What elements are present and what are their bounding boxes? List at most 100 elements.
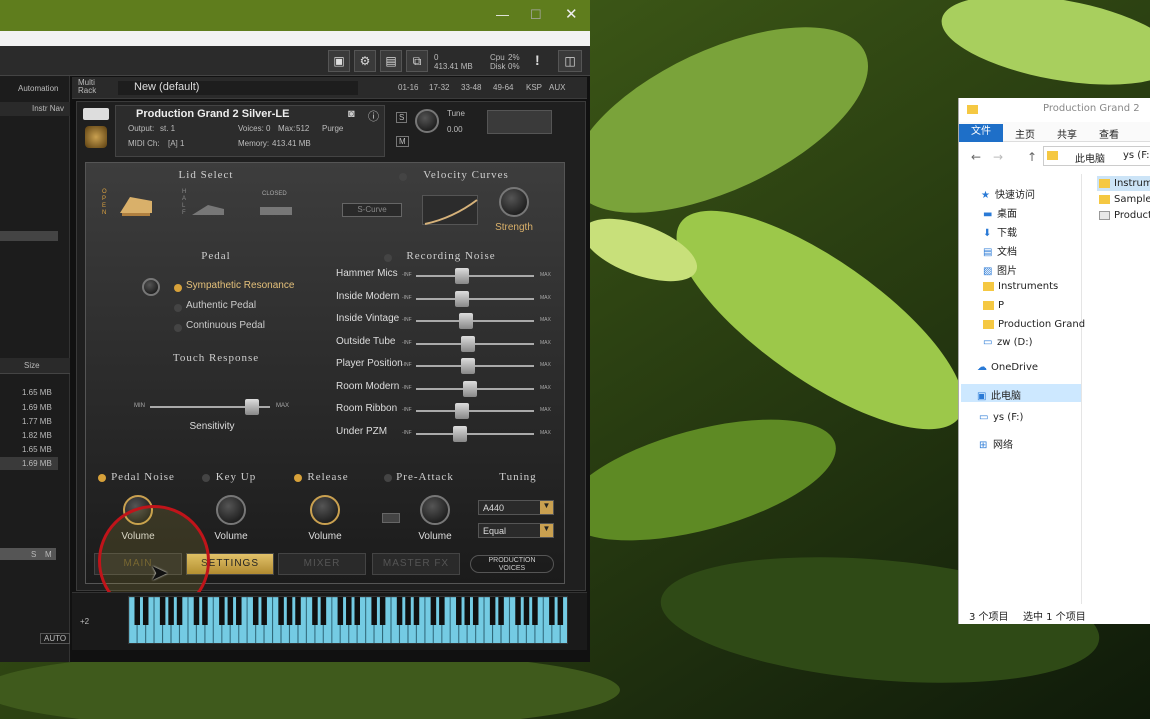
maximize-icon[interactable]: ☐ [530, 7, 542, 23]
automation-tab[interactable]: Automation [18, 84, 58, 93]
midi-value[interactable]: [A] 1 [168, 139, 184, 148]
noise-fader-thumb[interactable] [463, 380, 478, 397]
lid-half-option[interactable] [190, 195, 226, 223]
black-key[interactable] [202, 597, 208, 625]
back-arrow-icon[interactable]: ← [971, 150, 981, 164]
camera-icon[interactable]: ◙ [348, 108, 355, 120]
black-key[interactable] [464, 597, 471, 625]
black-key[interactable] [430, 597, 437, 625]
aux-button[interactable]: AUX [549, 83, 565, 92]
auto-button[interactable]: AUTO [40, 633, 71, 644]
page-range-tab[interactable]: 01-16 [398, 83, 418, 92]
max-value[interactable]: 512 [296, 124, 309, 133]
temperament-dropdown[interactable]: Equal ▼ [478, 523, 554, 538]
black-key[interactable] [413, 597, 420, 625]
file-size-selected[interactable]: 1.69 MB [22, 459, 52, 468]
black-key[interactable] [227, 597, 234, 625]
page-range-tab[interactable]: 49-64 [493, 83, 513, 92]
mute-button[interactable]: M [45, 550, 52, 559]
noise-fader-thumb[interactable] [460, 335, 475, 352]
window-icon[interactable]: ⧉ [406, 50, 428, 72]
black-key[interactable] [379, 597, 386, 625]
black-key[interactable] [346, 597, 352, 625]
nav-item[interactable]: ★ 快速访问 [981, 186, 1035, 201]
authentic-led[interactable] [174, 304, 182, 312]
mute-button[interactable]: M [396, 136, 409, 147]
black-key[interactable] [532, 597, 538, 625]
piano-keyboard[interactable] [128, 596, 568, 644]
nav-item[interactable]: Production Grand [983, 319, 1085, 330]
black-key[interactable] [489, 597, 496, 625]
black-key[interactable] [252, 597, 259, 625]
nav-item[interactable]: ▬ 桌面 [983, 205, 1017, 220]
ksp-button[interactable]: KSP [526, 83, 542, 92]
lid-open-option[interactable] [116, 189, 156, 223]
black-key[interactable] [523, 597, 530, 625]
noise-fader-thumb[interactable] [458, 313, 473, 329]
noise-fader-thumb[interactable] [452, 425, 467, 442]
noise-fader-thumb[interactable] [455, 268, 470, 284]
black-key[interactable] [168, 597, 174, 625]
gear-icon[interactable]: ⚙ [354, 50, 376, 72]
page-range-tab[interactable]: 33-48 [461, 83, 481, 92]
nav-item[interactable]: ▣ 此电脑 [977, 387, 1021, 402]
pre-attack-volume-knob[interactable] [420, 495, 450, 525]
warning-icon[interactable]: ! [535, 52, 540, 68]
forward-arrow-icon[interactable]: → [993, 150, 1003, 164]
noise-fader-thumb[interactable] [455, 403, 470, 419]
pedal-option[interactable]: Continuous Pedal [186, 320, 265, 331]
black-key[interactable] [456, 597, 462, 625]
black-key[interactable] [472, 597, 479, 625]
black-key[interactable] [193, 597, 200, 625]
nav-item[interactable]: ▤ 文档 [983, 243, 1017, 258]
up-arrow-icon[interactable]: ↑ [1027, 150, 1037, 164]
solo-button[interactable]: S [396, 112, 408, 123]
tab-master-fx[interactable]: MASTER FX [372, 553, 460, 575]
pedal-option[interactable]: Sympathetic Resonance [186, 280, 294, 291]
black-key[interactable] [371, 597, 377, 625]
black-key[interactable] [286, 597, 293, 625]
instrument-name[interactable]: Production Grand 2 Silver-LE [136, 108, 289, 120]
sympathetic-led[interactable] [174, 284, 182, 292]
black-key[interactable] [320, 597, 327, 625]
release-volume-knob[interactable] [310, 495, 340, 525]
nav-item[interactable]: ▭ zw (D:) [983, 337, 1032, 348]
black-key[interactable] [134, 597, 141, 625]
black-key[interactable] [396, 597, 403, 625]
nav-item[interactable]: ☁ OneDrive [977, 362, 1038, 373]
ribbon-tab-file[interactable]: 文件 [959, 124, 1003, 142]
output-value[interactable]: st. 1 [160, 124, 175, 133]
black-key[interactable] [278, 597, 284, 625]
black-key[interactable] [219, 597, 225, 625]
wrench-icon[interactable] [83, 108, 109, 120]
solo-button[interactable]: S [31, 550, 36, 559]
pedal-option[interactable]: Authentic Pedal [186, 300, 256, 311]
kontakt-logo-icon[interactable]: ◫ [558, 50, 582, 72]
black-key[interactable] [498, 597, 504, 625]
save-icon[interactable]: ▣ [328, 50, 350, 72]
minimize-icon[interactable]: — [496, 7, 509, 22]
black-key[interactable] [261, 597, 267, 625]
black-key[interactable] [295, 597, 301, 625]
black-key[interactable] [557, 597, 564, 625]
ribbon-tab-home[interactable]: 主页 [1015, 126, 1035, 141]
noise-fader-thumb[interactable] [455, 290, 470, 307]
volume-knob[interactable] [415, 109, 439, 133]
file-item[interactable]: Samples [1114, 194, 1150, 205]
black-key[interactable] [405, 597, 411, 625]
tab-mixer[interactable]: MIXER [278, 553, 366, 575]
file-item[interactable]: Producti [1114, 210, 1150, 221]
nav-item[interactable]: ⊞ 网络 [979, 436, 1013, 451]
page-range-tab[interactable]: 17-32 [429, 83, 449, 92]
size-column-header[interactable]: Size [24, 361, 40, 370]
breadcrumb-drive[interactable]: ys (F:) [1123, 150, 1150, 161]
ribbon-tab-share[interactable]: 共享 [1057, 126, 1077, 141]
key-up-volume-knob[interactable] [216, 495, 246, 525]
close-icon[interactable]: ✕ [565, 5, 578, 23]
ribbon-tab-view[interactable]: 查看 [1099, 126, 1119, 141]
lid-closed-option[interactable] [258, 201, 294, 225]
curve-selector[interactable]: S-Curve [342, 203, 402, 217]
black-key[interactable] [236, 597, 242, 625]
nav-item[interactable]: P [983, 300, 1004, 311]
instr-nav-tab[interactable]: Instr Nav [32, 104, 64, 113]
